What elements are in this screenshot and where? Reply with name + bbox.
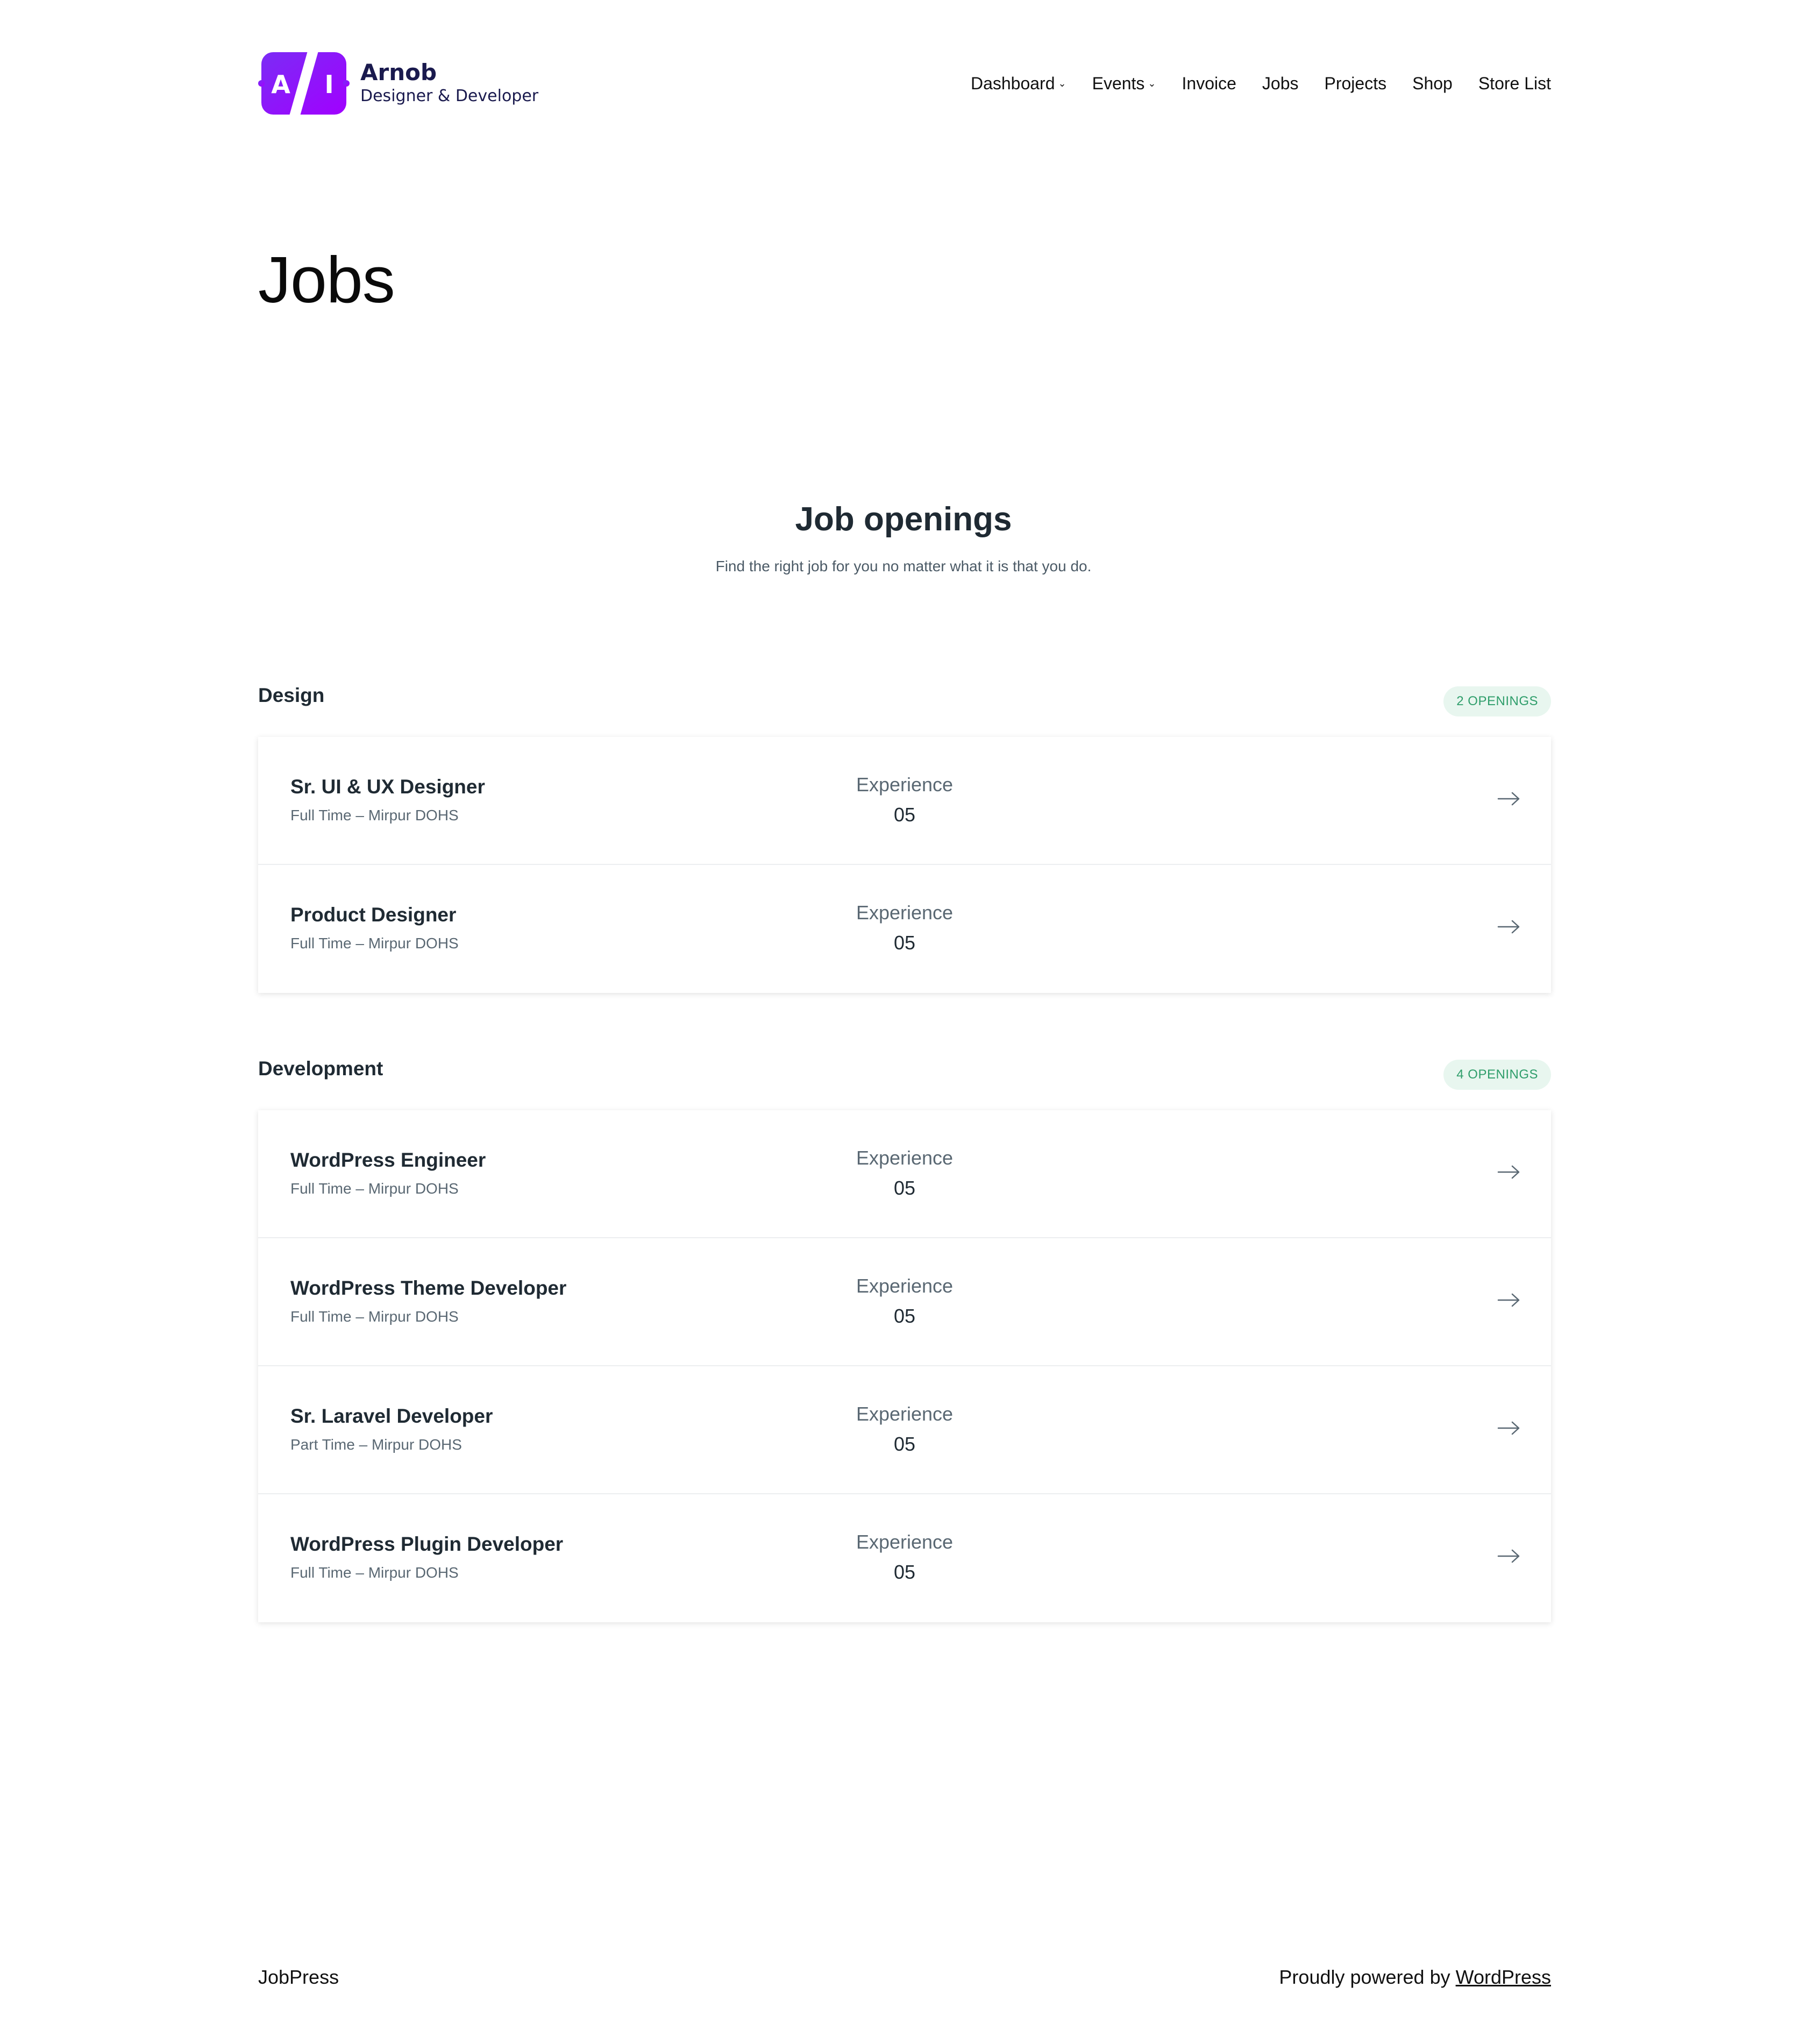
job-title[interactable]: Sr. Laravel Developer [290, 1405, 493, 1428]
logo-name: Arnob [360, 59, 437, 86]
site-footer: JobPress Proudly powered by WordPress [258, 1966, 1551, 1998]
experience: Experience 05 [841, 1531, 968, 1584]
experience: Experience 05 [841, 1147, 968, 1200]
nav-item-store-list[interactable]: Store List [1478, 74, 1551, 94]
logo-mark-icon: A I [258, 51, 350, 116]
job-title[interactable]: WordPress Engineer [290, 1149, 486, 1172]
arrow-right-icon[interactable] [1497, 1292, 1521, 1308]
job-meta: Full Time – Mirpur DOHS [290, 935, 459, 952]
nav-item-invoice[interactable]: Invoice [1182, 74, 1236, 94]
chevron-down-icon: ⌄ [1148, 77, 1156, 89]
job-title[interactable]: Sr. UI & UX Designer [290, 776, 485, 798]
nav-item-projects[interactable]: Projects [1325, 74, 1387, 94]
nav-item-label: Events [1092, 73, 1145, 93]
site-logo[interactable]: A I Arnob Designer & Developer [258, 48, 538, 118]
experience-value: 05 [893, 804, 916, 826]
job-openings-header: Job openings Find the right job for you … [0, 500, 1807, 575]
arrow-right-icon[interactable] [1497, 1548, 1521, 1564]
job-title[interactable]: WordPress Theme Developer [290, 1277, 566, 1300]
section-subtitle: Find the right job for you no matter wha… [715, 558, 1092, 574]
main-nav: Dashboard ⌄ Events ⌄ Invoice Jobs Projec… [945, 48, 1551, 118]
experience-value: 05 [893, 932, 916, 954]
category-header: Development 4 OPENINGS [258, 1052, 1551, 1095]
wordpress-link[interactable]: WordPress [1456, 1966, 1551, 1988]
job-meta: Full Time – Mirpur DOHS [290, 1564, 459, 1581]
arrow-right-icon[interactable] [1497, 791, 1521, 807]
job-meta: Full Time – Mirpur DOHS [290, 1308, 459, 1325]
experience: Experience 05 [841, 1275, 968, 1328]
job-meta: Full Time – Mirpur DOHS [290, 1180, 459, 1197]
footer-credit: Proudly powered by WordPress [1279, 1966, 1551, 1989]
site-header: A I Arnob Designer & Developer Dashboard… [258, 48, 1551, 118]
experience-value: 05 [893, 1177, 916, 1199]
category-header: Design 2 OPENINGS [258, 679, 1551, 722]
experience-label: Experience [856, 1147, 954, 1169]
chevron-down-icon: ⌄ [1058, 77, 1066, 89]
experience: Experience 05 [841, 773, 968, 826]
experience-value: 05 [893, 1433, 916, 1455]
category-name: Design [258, 684, 325, 706]
job-row[interactable]: Sr. UI & UX Designer Full Time – Mirpur … [258, 737, 1551, 865]
job-row[interactable]: WordPress Plugin Developer Full Time – M… [258, 1494, 1551, 1622]
openings-badge: 4 OPENINGS [1443, 1060, 1551, 1090]
job-title[interactable]: WordPress Plugin Developer [290, 1533, 563, 1556]
experience-label: Experience [856, 1403, 954, 1425]
logo-letter-i: I [324, 70, 333, 99]
category-name: Development [258, 1058, 383, 1080]
page-title: Jobs [258, 243, 395, 316]
logo-text: Arnob Designer & Developer [360, 60, 538, 106]
experience-label: Experience [856, 773, 954, 796]
nav-item-jobs[interactable]: Jobs [1262, 74, 1299, 94]
experience: Experience 05 [841, 902, 968, 954]
job-row[interactable]: WordPress Theme Developer Full Time – Mi… [258, 1238, 1551, 1366]
arrow-right-icon[interactable] [1497, 1164, 1521, 1180]
experience-value: 05 [893, 1561, 916, 1583]
job-title[interactable]: Product Designer [290, 904, 456, 926]
job-row[interactable]: Sr. Laravel Developer Part Time – Mirpur… [258, 1366, 1551, 1494]
footer-credit-text: Proudly powered by [1279, 1966, 1456, 1988]
nav-item-label: Dashboard [970, 73, 1055, 93]
job-row[interactable]: Product Designer Full Time – Mirpur DOHS… [258, 865, 1551, 993]
category-design: Design 2 OPENINGS Sr. UI & UX Designer F… [258, 679, 1551, 993]
arrow-right-icon[interactable] [1497, 919, 1521, 935]
job-meta: Part Time – Mirpur DOHS [290, 1436, 462, 1453]
nav-item-dashboard[interactable]: Dashboard ⌄ [971, 74, 1066, 94]
experience-label: Experience [856, 1275, 954, 1297]
openings-badge: 2 OPENINGS [1443, 686, 1551, 716]
experience: Experience 05 [841, 1403, 968, 1456]
nav-item-shop[interactable]: Shop [1412, 74, 1453, 94]
experience-value: 05 [893, 1305, 916, 1327]
category-development: Development 4 OPENINGS WordPress Enginee… [258, 1052, 1551, 1622]
footer-site-name[interactable]: JobPress [258, 1966, 339, 1989]
experience-label: Experience [856, 902, 954, 924]
logo-letter-a: A [271, 70, 290, 99]
section-title: Job openings [795, 501, 1012, 538]
job-list: WordPress Engineer Full Time – Mirpur DO… [258, 1110, 1551, 1622]
experience-label: Experience [856, 1531, 954, 1553]
nav-item-events[interactable]: Events ⌄ [1092, 74, 1156, 94]
arrow-right-icon[interactable] [1497, 1420, 1521, 1436]
logo-tagline: Designer & Developer [360, 86, 539, 105]
job-list: Sr. UI & UX Designer Full Time – Mirpur … [258, 737, 1551, 993]
job-meta: Full Time – Mirpur DOHS [290, 807, 459, 824]
job-row[interactable]: WordPress Engineer Full Time – Mirpur DO… [258, 1110, 1551, 1238]
